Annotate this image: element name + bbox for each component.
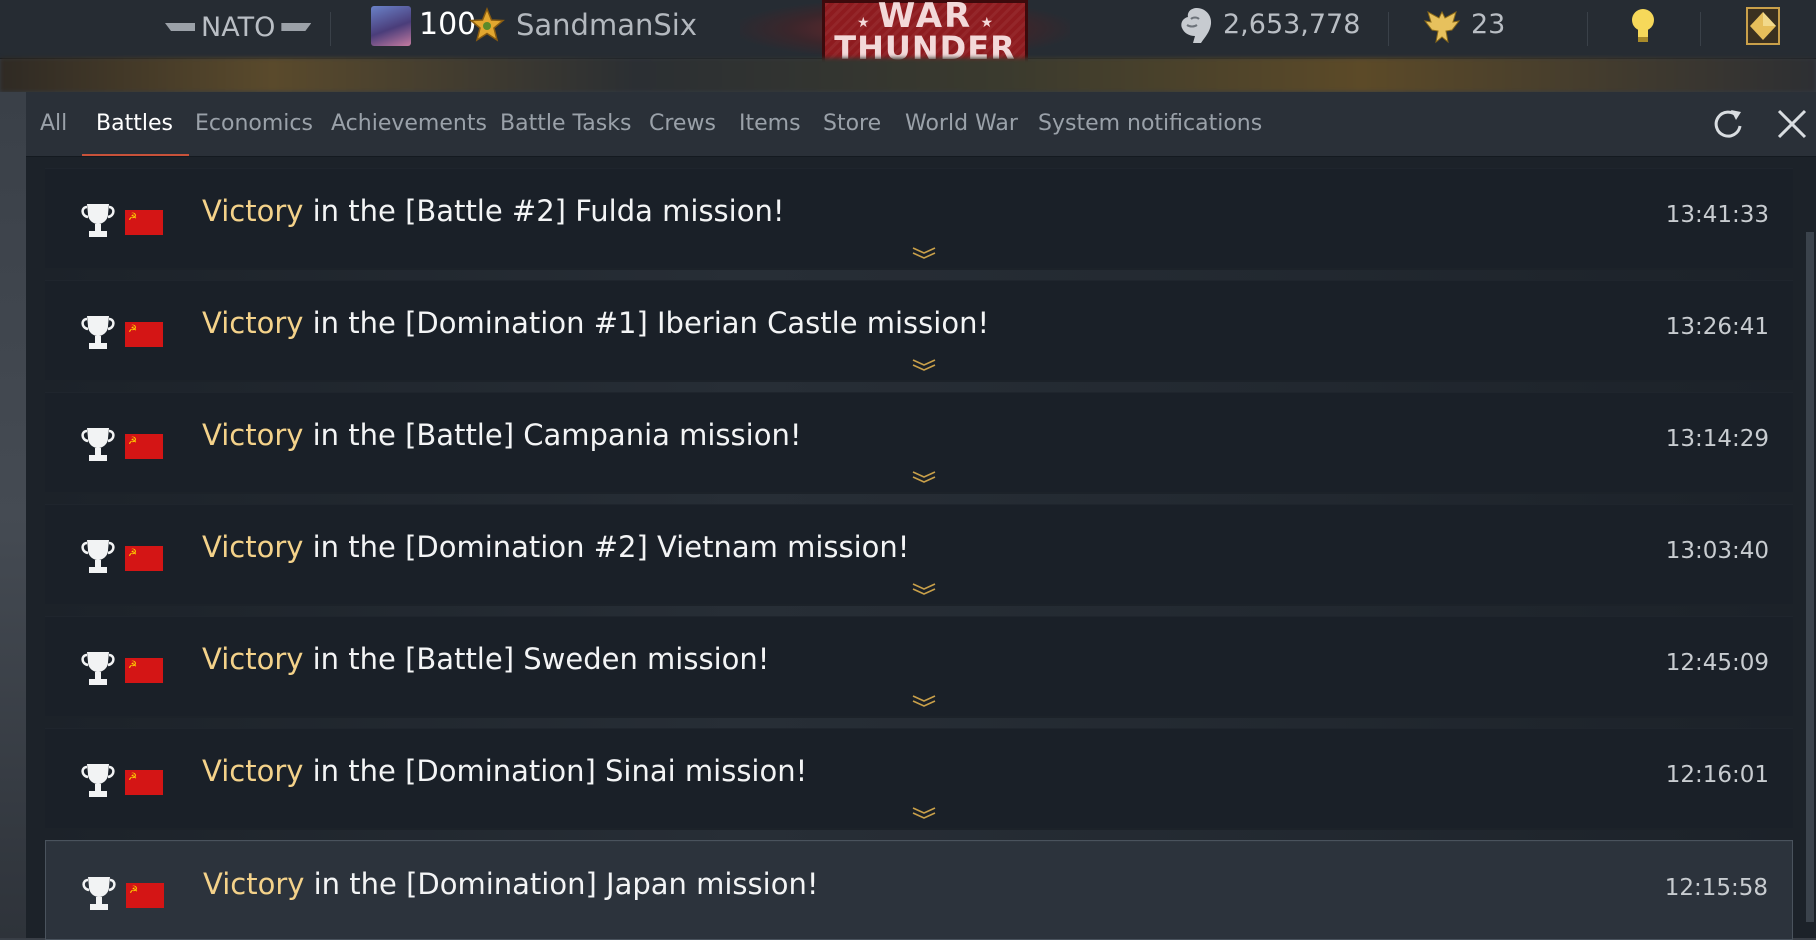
ussr-flag-icon: ☭ — [125, 434, 163, 459]
ussr-flag-icon: ☭ — [125, 658, 163, 683]
tab-system-notifications[interactable]: System notifications — [1038, 92, 1262, 156]
notification-row[interactable]: ☭ Victory in the [Battle #2] Fulda missi… — [45, 168, 1793, 268]
tab-battle-tasks[interactable]: Battle Tasks — [500, 92, 631, 156]
mission-text: in the [Battle] Sweden mission! — [303, 642, 770, 676]
chevron-down-icon[interactable] — [911, 246, 937, 260]
ussr-flag-icon: ☭ — [125, 546, 163, 571]
chevron-down-icon[interactable] — [911, 470, 937, 484]
ussr-flag-icon: ☭ — [125, 210, 163, 235]
trophy-icon — [81, 428, 115, 461]
close-icon[interactable] — [1774, 106, 1810, 142]
chevron-down-icon[interactable] — [911, 806, 937, 820]
golden-eagle-icon — [1423, 10, 1461, 44]
notification-list: ☭ Victory in the [Battle #2] Fulda missi… — [26, 156, 1816, 940]
tab-achievements[interactable]: Achievements — [331, 92, 487, 156]
notification-row[interactable]: ☭ Victory in the [Domination] Sinai miss… — [45, 728, 1793, 828]
golden-eagles-balance: 23 — [1471, 9, 1506, 40]
victory-label: Victory — [202, 194, 304, 228]
notification-time: 12:15:58 — [1664, 875, 1768, 901]
trophy-icon — [81, 540, 115, 573]
mission-text: in the [Domination #1] Iberian Castle mi… — [303, 306, 990, 340]
avatar[interactable] — [371, 6, 411, 46]
silver-lions-balance: 2,653,778 — [1223, 9, 1361, 40]
refresh-icon[interactable] — [1710, 106, 1746, 142]
notification-row[interactable]: ☭ Victory in the [Battle] Campania missi… — [45, 392, 1793, 492]
mission-text: in the [Battle #2] Fulda mission! — [303, 194, 785, 228]
logo-star-icon: ★ — [980, 15, 993, 31]
victory-label: Victory — [202, 530, 304, 564]
tab-bar: All Battles Economics Achievements Battl… — [26, 92, 1816, 157]
ussr-flag-icon: ☭ — [125, 322, 163, 347]
silver-lion-icon — [1181, 8, 1212, 43]
ussr-flag-icon: ☭ — [126, 883, 164, 908]
mission-text: in the [Battle] Campania mission! — [303, 418, 802, 452]
tab-battles[interactable]: Battles — [82, 92, 189, 156]
mission-text: in the [Domination #2] Vietnam mission! — [303, 530, 910, 564]
notification-time: 12:16:01 — [1665, 762, 1769, 788]
trophy-icon — [81, 652, 115, 685]
trophy-icon — [81, 204, 115, 237]
top-bar: NATO 100 SandmanSix ★ ★ WAR THUNDER 2,65… — [0, 0, 1816, 82]
tab-store[interactable]: Store — [823, 92, 881, 156]
divider — [1700, 12, 1701, 46]
left-wing-icon — [165, 23, 195, 31]
notification-row[interactable]: ☭ Victory in the [Domination #1] Iberian… — [45, 280, 1793, 380]
victory-label: Victory — [203, 867, 305, 901]
chevron-down-icon[interactable] — [911, 358, 937, 372]
notification-message: Victory in the [Domination] Japan missio… — [203, 867, 818, 901]
background-scene — [0, 58, 1816, 92]
logo-star-icon: ★ — [857, 15, 870, 31]
notification-time: 12:45:09 — [1665, 650, 1769, 676]
victory-label: Victory — [202, 306, 304, 340]
tab-crews[interactable]: Crews — [649, 92, 716, 156]
rank-star-icon — [469, 7, 505, 42]
notification-message: Victory in the [Battle] Sweden mission! — [202, 642, 769, 676]
notification-time: 13:26:41 — [1665, 314, 1769, 340]
divider — [1388, 12, 1389, 46]
lightbulb-icon[interactable] — [1628, 6, 1658, 46]
divider — [1587, 12, 1588, 46]
victory-label: Victory — [202, 754, 304, 788]
country-label: NATO — [201, 11, 276, 43]
premium-diamond-icon[interactable] — [1745, 6, 1781, 46]
tab-items[interactable]: Items — [739, 92, 801, 156]
notification-time: 13:03:40 — [1665, 538, 1769, 564]
notification-time: 13:14:29 — [1665, 426, 1769, 452]
notification-message: Victory in the [Domination #2] Vietnam m… — [202, 530, 909, 564]
trophy-icon — [81, 316, 115, 349]
victory-label: Victory — [202, 418, 304, 452]
notification-message: Victory in the [Domination #1] Iberian C… — [202, 306, 989, 340]
notification-row[interactable]: ☭ Victory in the [Domination #2] Vietnam… — [45, 504, 1793, 604]
notifications-panel: All Battles Economics Achievements Battl… — [26, 92, 1816, 940]
trophy-icon — [82, 877, 116, 910]
background-edge — [0, 92, 26, 938]
notification-message: Victory in the [Battle] Campania mission… — [202, 418, 801, 452]
chevron-down-icon[interactable] — [911, 582, 937, 596]
right-wing-icon — [281, 23, 312, 31]
scrollbar[interactable] — [1806, 232, 1814, 922]
notification-message: Victory in the [Domination] Sinai missio… — [202, 754, 807, 788]
tab-economics[interactable]: Economics — [195, 92, 313, 156]
trophy-icon — [81, 764, 115, 797]
notification-row[interactable]: ☭ Victory in the [Battle] Sweden mission… — [45, 616, 1793, 716]
notification-message: Victory in the [Battle #2] Fulda mission… — [202, 194, 784, 228]
divider — [330, 12, 331, 46]
notification-row[interactable]: ☭ Victory in the [Domination] Japan miss… — [45, 840, 1793, 940]
mission-text: in the [Domination] Japan mission! — [304, 867, 819, 901]
mission-text: in the [Domination] Sinai mission! — [303, 754, 808, 788]
player-rank: 100 — [419, 7, 477, 42]
notification-time: 13:41:33 — [1665, 202, 1769, 228]
country-selector[interactable]: NATO — [165, 10, 312, 44]
logo-word-1: WAR — [877, 0, 973, 36]
tab-world-war[interactable]: World War — [905, 92, 1018, 156]
tab-all[interactable]: All — [40, 92, 67, 156]
victory-label: Victory — [202, 642, 304, 676]
username[interactable]: SandmanSix — [516, 8, 697, 42]
chevron-down-icon[interactable] — [911, 694, 937, 708]
ussr-flag-icon: ☭ — [125, 770, 163, 795]
